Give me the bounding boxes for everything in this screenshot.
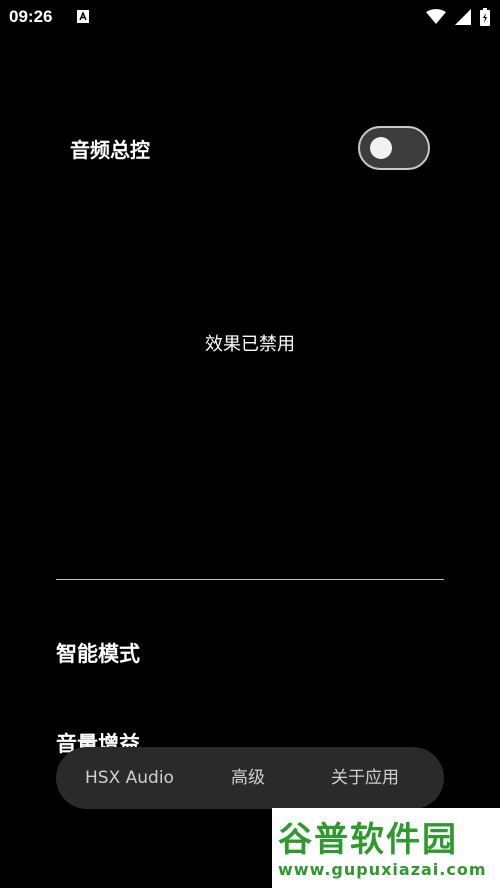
effects-disabled-message: 效果已禁用 bbox=[205, 334, 295, 355]
battery-icon bbox=[480, 8, 490, 26]
watermark-title: 谷普软件园 bbox=[278, 820, 458, 860]
watermark-url: www.gupuxiazai.com bbox=[278, 860, 487, 879]
site-watermark: 谷普软件园 www.gupuxiazai.com bbox=[272, 808, 500, 888]
section-divider bbox=[56, 579, 444, 580]
audio-master-control-label: 音频总控 bbox=[70, 138, 150, 162]
wifi-icon bbox=[426, 9, 446, 24]
audio-master-toggle[interactable] bbox=[358, 126, 430, 170]
status-time: 09:26 bbox=[9, 7, 53, 26]
nav-item-hsx-audio[interactable]: HSX Audio bbox=[85, 747, 174, 809]
bottom-navigation: HSX Audio 高级 关于应用 bbox=[56, 747, 444, 809]
toggle-knob bbox=[370, 137, 392, 159]
signal-icon bbox=[455, 9, 471, 25]
audio-master-control-row: 音频总控 bbox=[56, 118, 444, 178]
nav-item-advanced[interactable]: 高级 bbox=[231, 747, 265, 809]
nav-item-about[interactable]: 关于应用 bbox=[331, 747, 399, 809]
notification-a-icon bbox=[77, 10, 89, 23]
status-icons bbox=[426, 8, 490, 26]
status-bar: 09:26 bbox=[0, 0, 500, 36]
smart-mode-heading[interactable]: 智能模式 bbox=[56, 638, 140, 668]
